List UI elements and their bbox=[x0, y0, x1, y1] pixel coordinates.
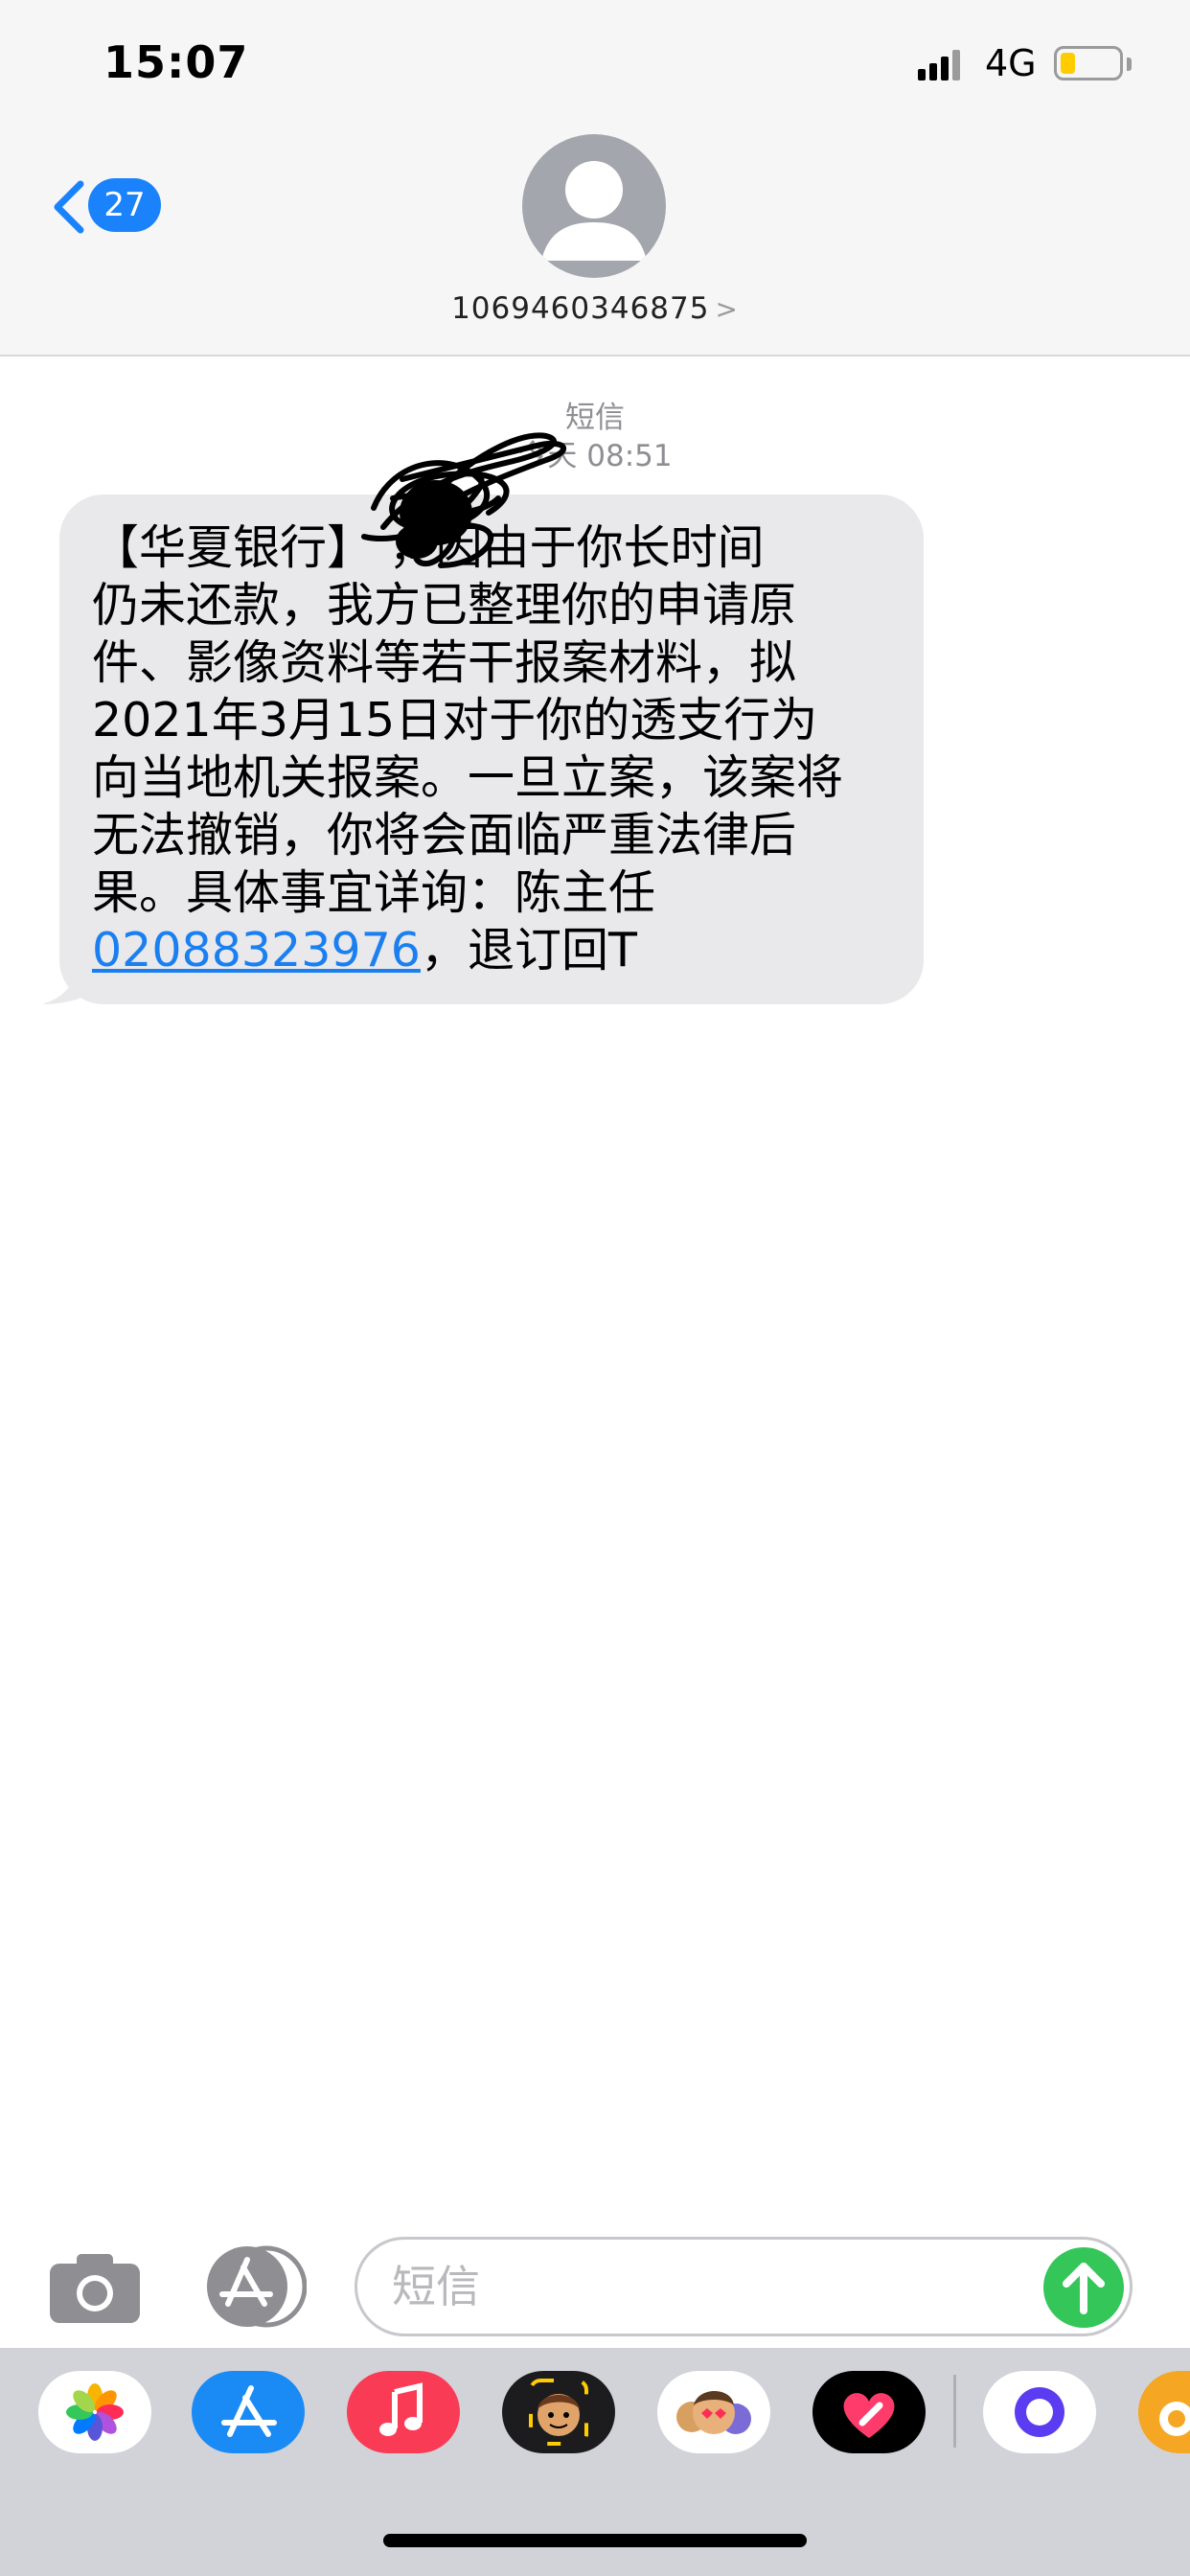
memoji-icon[interactable] bbox=[502, 2371, 615, 2453]
app-store-icon[interactable] bbox=[192, 2371, 305, 2453]
message-bubble[interactable]: 【华夏银行】 ，因由于你长时间 仍未还款，我方已整理你的申请原 件、影像资料等若… bbox=[59, 494, 924, 1004]
status-time: 15:07 bbox=[103, 36, 249, 88]
app-store-button[interactable] bbox=[201, 2244, 308, 2329]
battery-icon bbox=[1054, 46, 1123, 80]
chevron-left-icon bbox=[54, 180, 84, 234]
message-bank-tag: 【华夏银行】 bbox=[92, 520, 375, 575]
camera-button[interactable] bbox=[48, 2250, 142, 2325]
message-line: 向当地机关报案。一旦立案，该案将 bbox=[92, 750, 844, 805]
chat-bubble-icon bbox=[1015, 2387, 1064, 2437]
message-input[interactable] bbox=[392, 2240, 1005, 2334]
cellular-signal-icon bbox=[918, 50, 962, 80]
send-button[interactable] bbox=[1043, 2247, 1124, 2328]
phone-link[interactable]: 02088323976 bbox=[92, 923, 421, 978]
message-line: 件、影像资料等若干报案材料，拟 bbox=[92, 635, 797, 690]
app-store-glyph-icon bbox=[221, 2385, 277, 2437]
message-line: 【华夏银行】 ，因由于你长时间 bbox=[92, 519, 891, 577]
memoji-stickers-face-icon bbox=[676, 2391, 751, 2434]
camera-icon bbox=[50, 2254, 140, 2323]
heart-icon bbox=[843, 2393, 895, 2438]
message-input-field[interactable] bbox=[355, 2237, 1133, 2336]
home-indicator bbox=[383, 2534, 807, 2547]
music-note-icon bbox=[379, 2382, 423, 2436]
person-icon bbox=[541, 161, 647, 261]
battery-tip bbox=[1127, 58, 1132, 71]
back-button[interactable]: 27 bbox=[42, 171, 167, 243]
digital-touch-icon[interactable] bbox=[812, 2371, 926, 2453]
network-type: 4G bbox=[985, 42, 1037, 84]
message-type-label: 短信 bbox=[565, 401, 625, 435]
chevron-right-icon: > bbox=[715, 293, 739, 325]
message-line: 无法撤销，你将会面临严重法律后 bbox=[92, 808, 797, 862]
sender-number-text: 1069460346875 bbox=[451, 291, 710, 326]
apps-icon bbox=[207, 2245, 308, 2328]
conversation-header: 15:07 4G 27 1069460346875 > bbox=[0, 0, 1190, 356]
message-timestamp: 今天 08:51 bbox=[517, 439, 673, 473]
memoji-stickers-icon[interactable] bbox=[657, 2371, 770, 2453]
chat-app-icon[interactable] bbox=[983, 2371, 1096, 2453]
contact-avatar[interactable] bbox=[522, 134, 666, 278]
message-line: 02088323976，退订回T bbox=[92, 922, 891, 979]
memoji-face-icon bbox=[529, 2379, 588, 2446]
photos-app-icon[interactable] bbox=[38, 2371, 151, 2453]
drawer-divider bbox=[953, 2375, 956, 2448]
message-line: 果。具体事宜详询：陈主任 bbox=[92, 865, 656, 920]
message-text: ，因由于你长时间 bbox=[374, 520, 765, 575]
photos-flower-icon bbox=[66, 2383, 124, 2441]
message-line: 仍未还款，我方已整理你的申请原 bbox=[92, 578, 797, 632]
music-app-icon[interactable] bbox=[347, 2371, 460, 2453]
arrow-up-icon bbox=[1063, 2263, 1105, 2314]
unread-count-badge: 27 bbox=[88, 178, 161, 232]
sender-number[interactable]: 1069460346875 > bbox=[0, 291, 1190, 326]
unsubscribe-text: ，退订回T bbox=[420, 923, 637, 978]
message-line: 2021年3月15日对于你的透支行为 bbox=[92, 693, 818, 748]
